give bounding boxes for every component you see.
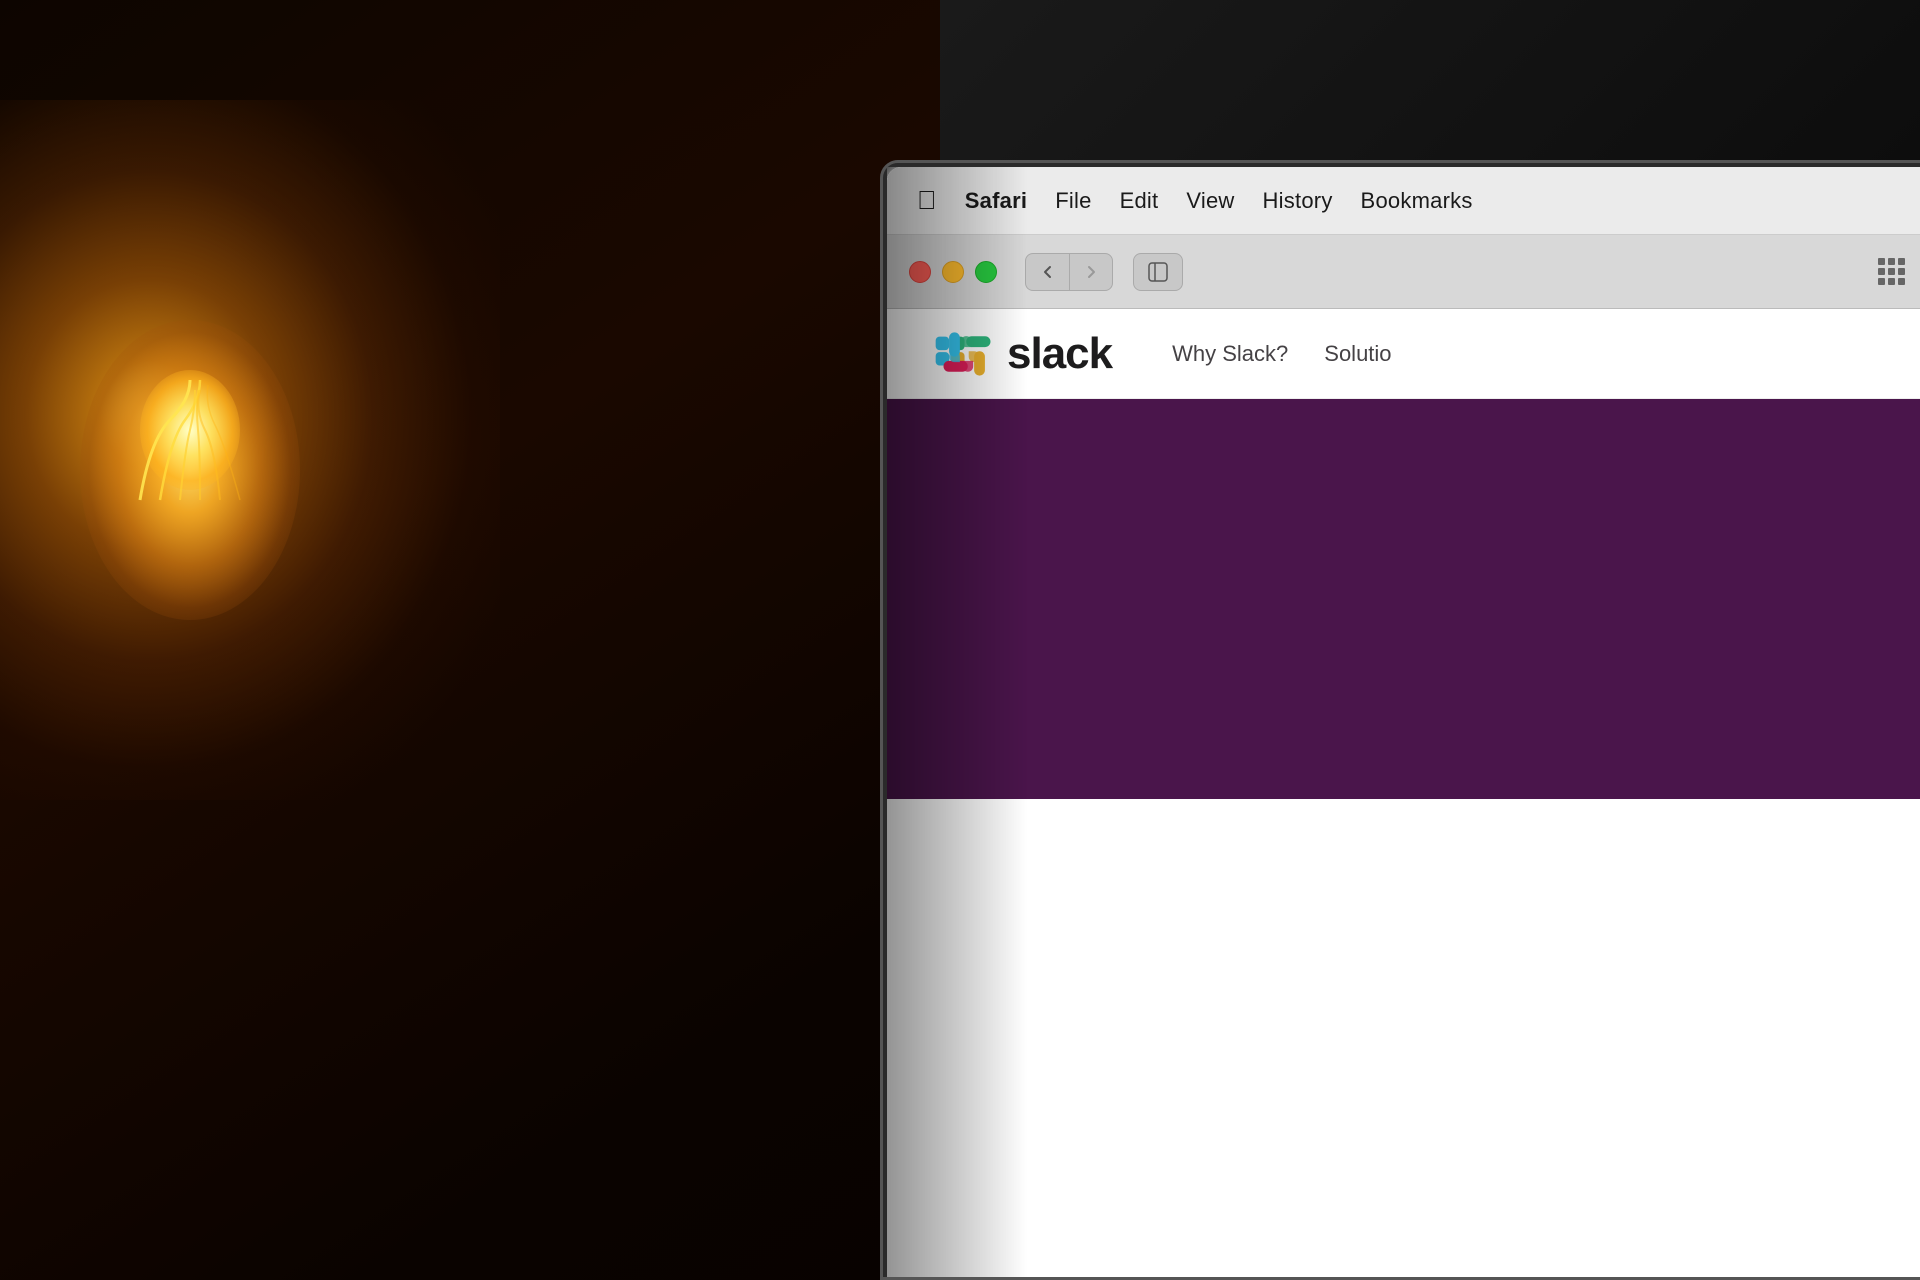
browser-toolbar [887, 235, 1920, 309]
bulb-shape [60, 280, 320, 680]
slack-nav-links: Why Slack? Solutio [1172, 341, 1391, 367]
edit-menu[interactable]: Edit [1120, 188, 1159, 214]
nav-solutions[interactable]: Solutio [1324, 341, 1391, 367]
forward-button[interactable] [1069, 253, 1113, 291]
file-menu[interactable]: File [1055, 188, 1091, 214]
sidebar-toggle-icon [1147, 261, 1169, 283]
sidebar-toggle-button[interactable] [1133, 253, 1183, 291]
laptop-area:  Safari File Edit View History Bookmark… [940, 0, 1920, 1280]
slack-hero-banner [887, 399, 1920, 799]
filament-svg [120, 360, 260, 520]
nav-why-slack[interactable]: Why Slack? [1172, 341, 1288, 367]
back-arrow-icon [1040, 264, 1056, 280]
grid-dots-icon [1878, 258, 1905, 285]
history-menu[interactable]: History [1263, 188, 1333, 214]
laptop-screen-frame:  Safari File Edit View History Bookmark… [880, 160, 1920, 1280]
webpage-content: slack Why Slack? Solutio [887, 309, 1920, 1277]
screen-inner:  Safari File Edit View History Bookmark… [887, 167, 1920, 1277]
slack-navbar: slack Why Slack? Solutio [887, 309, 1920, 399]
screen-left-shadow [887, 167, 1027, 1277]
extensions-button[interactable] [1869, 253, 1913, 291]
nav-buttons [1025, 253, 1113, 291]
forward-arrow-icon [1083, 264, 1099, 280]
bookmarks-menu[interactable]: Bookmarks [1361, 188, 1473, 214]
menu-bar:  Safari File Edit View History Bookmark… [887, 167, 1920, 235]
view-menu[interactable]: View [1186, 188, 1234, 214]
back-button[interactable] [1025, 253, 1069, 291]
